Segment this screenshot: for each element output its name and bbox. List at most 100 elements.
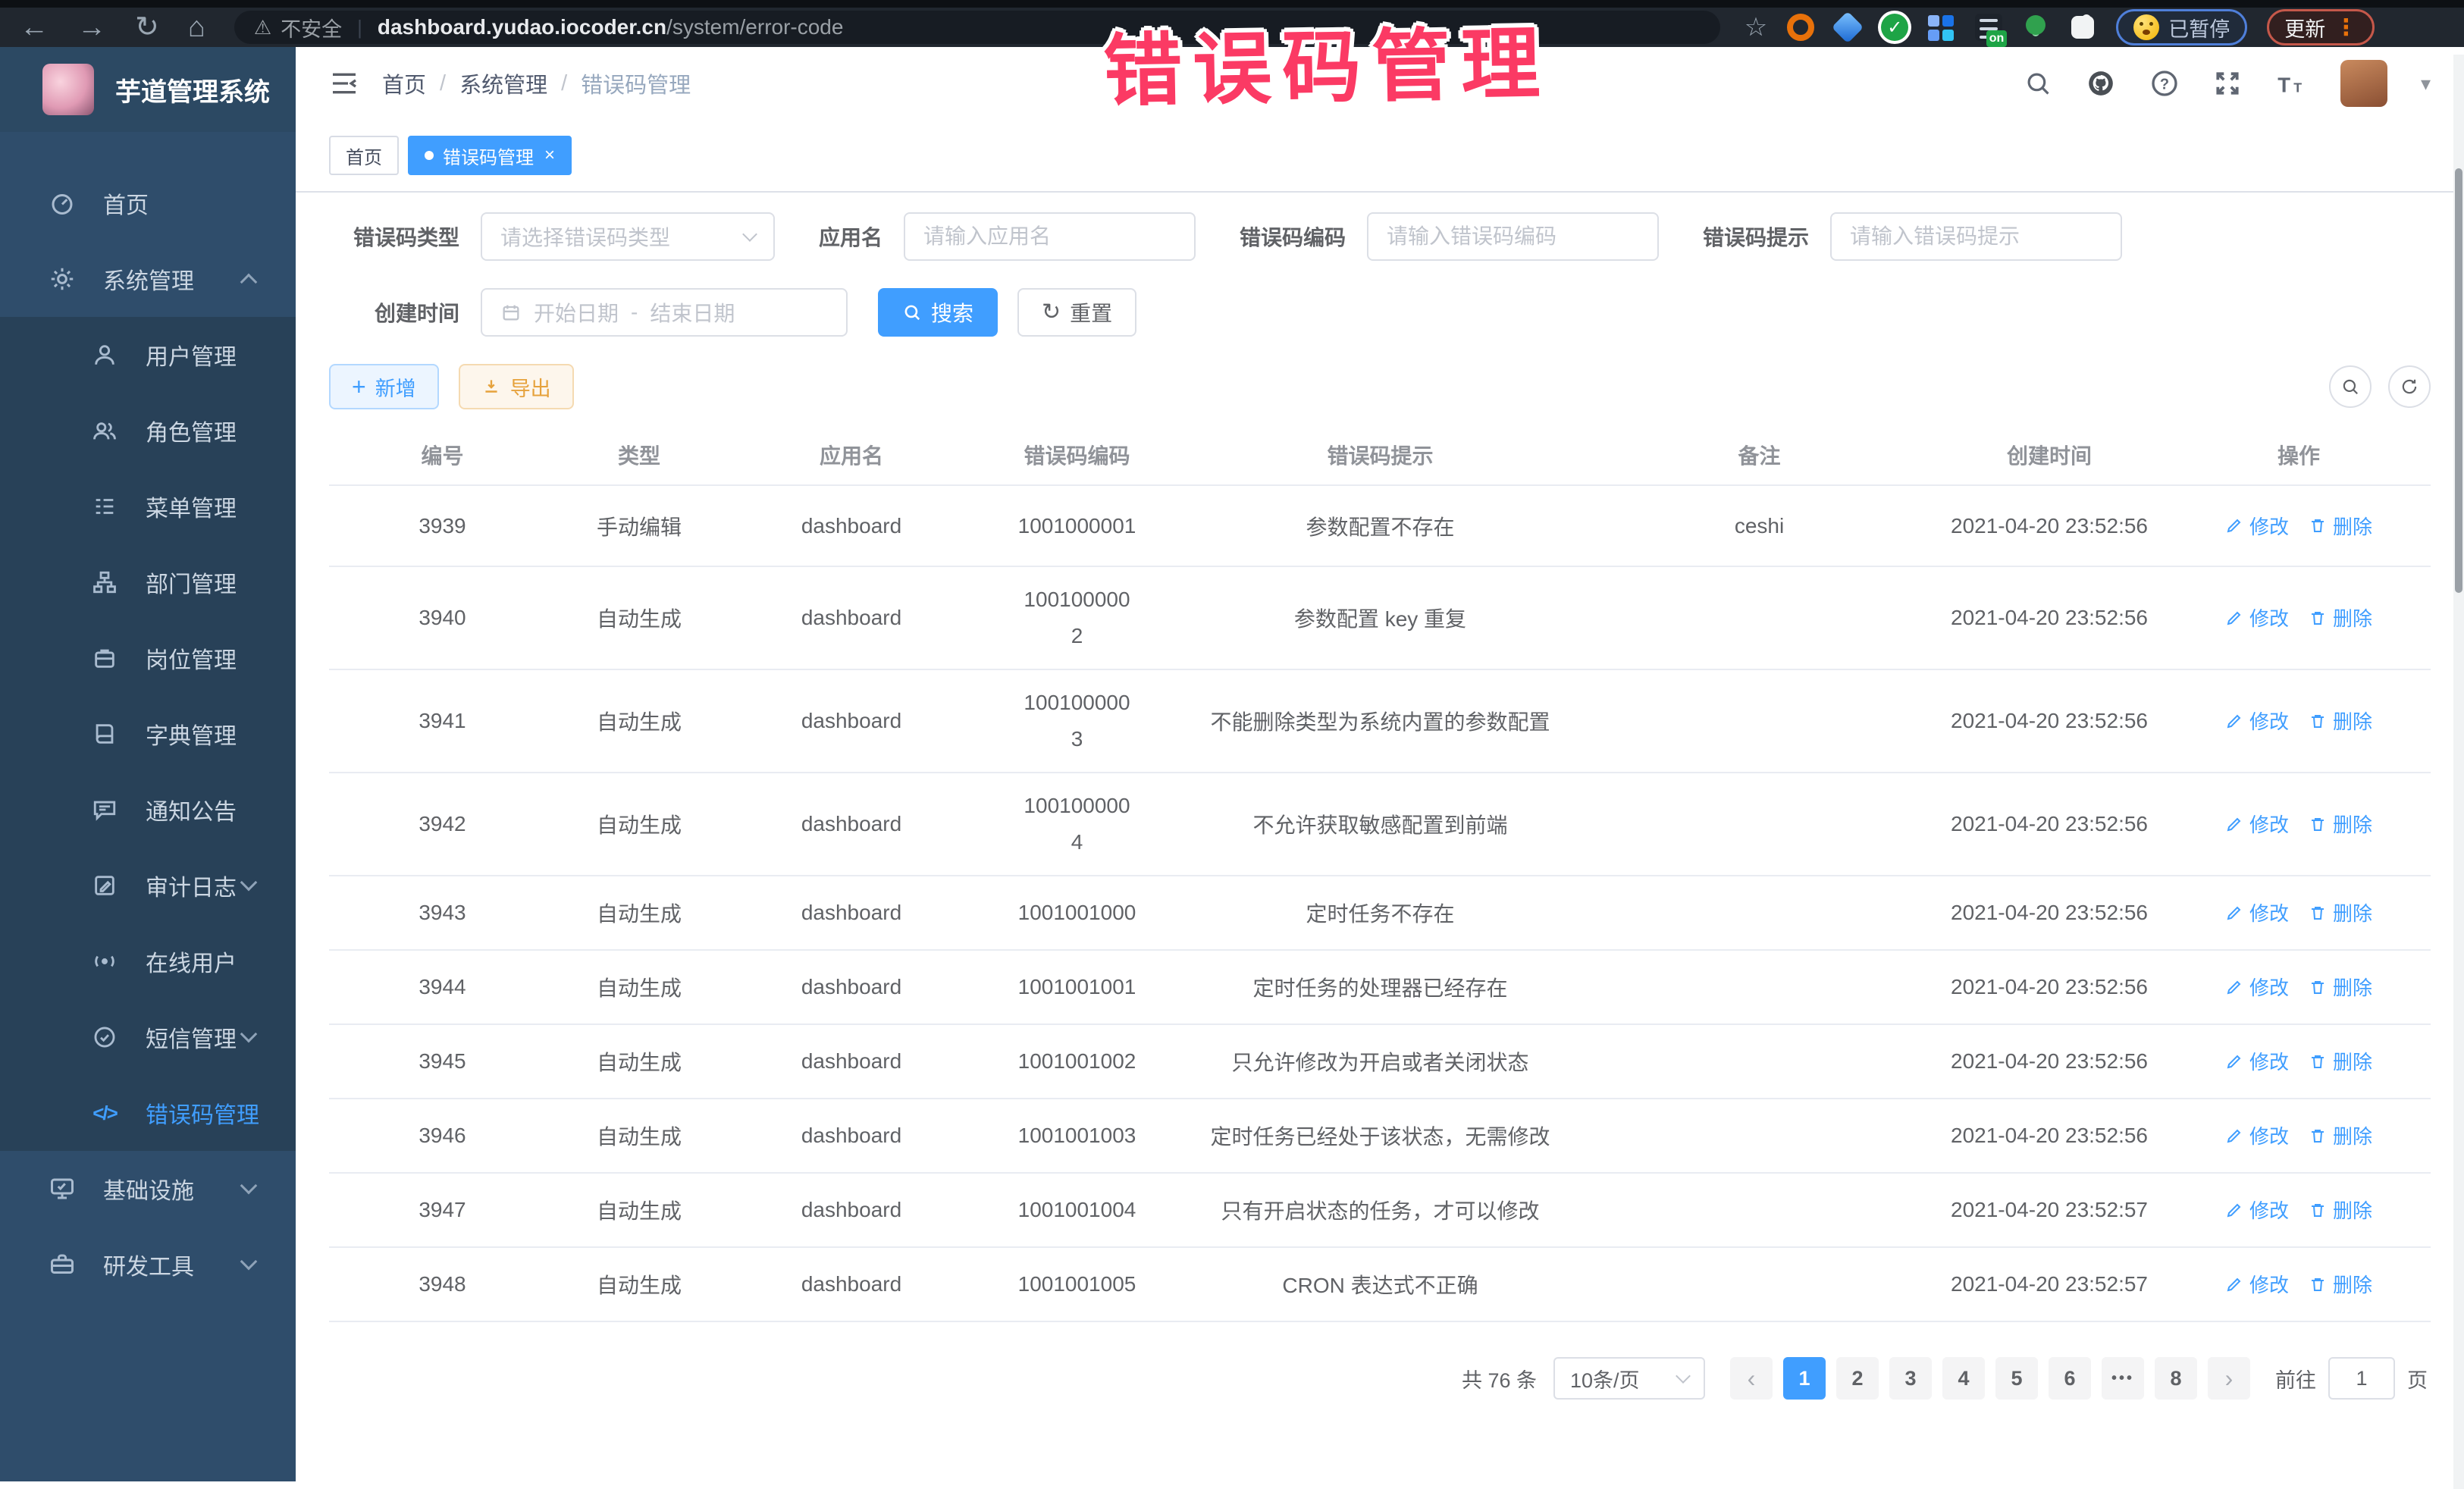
browser-menu-icon[interactable]: ⋮ [2334, 14, 2357, 41]
table-row[interactable]: 3941 自动生成 dashboard 100100000 3 不能删除类型为系… [329, 669, 2431, 773]
show-search-icon[interactable] [2329, 365, 2372, 408]
page-scrollbar[interactable] [2453, 55, 2464, 1489]
more-pages-button[interactable]: ••• [2102, 1357, 2144, 1400]
edit-link[interactable]: 修改 [2225, 898, 2289, 926]
edit-link[interactable]: 修改 [2225, 1047, 2289, 1075]
table-row[interactable]: 3947 自动生成 dashboard 1001001004 只有开启状态的任务… [329, 1173, 2431, 1247]
tab-home[interactable]: 首页 [329, 136, 399, 175]
security-label[interactable]: 不安全 [281, 13, 342, 42]
error-type-select[interactable]: 请选择错误码类型 [481, 212, 775, 261]
close-icon[interactable]: × [544, 145, 555, 166]
sidebar-item-home[interactable]: 首页 [0, 165, 296, 241]
browser-home-icon[interactable]: ⌂ [188, 13, 205, 42]
address-bar[interactable]: ⚠ 不安全 | dashboard.yudao.iocoder.cn /syst… [234, 11, 1720, 44]
extension-icon-ring[interactable] [1787, 14, 1814, 41]
table-row[interactable]: 3943 自动生成 dashboard 1001001000 定时任务不存在 2… [329, 876, 2431, 950]
app-name-input[interactable] [904, 212, 1196, 261]
delete-link[interactable]: 删除 [2309, 1196, 2372, 1224]
extension-icon-check[interactable]: ✓ [1881, 14, 1908, 41]
sidebar-item-menus[interactable]: 菜单管理 [0, 469, 296, 544]
scrollbar-thumb[interactable] [2455, 168, 2462, 593]
avatar-caret-down-icon[interactable]: ▾ [2421, 72, 2431, 96]
help-icon[interactable]: ? [2149, 68, 2180, 99]
page-button-6[interactable]: 6 [2049, 1357, 2091, 1400]
sidebar-item-notices[interactable]: 通知公告 [0, 772, 296, 848]
sidebar-item-infra[interactable]: 基础设施 [0, 1151, 296, 1227]
tab-error-code[interactable]: 错误码管理 × [408, 136, 572, 175]
sidebar-item-system[interactable]: 系统管理 [0, 241, 296, 317]
sidebar-item-roles[interactable]: 角色管理 [0, 393, 296, 469]
prev-page-button[interactable]: ‹ [1730, 1357, 1773, 1400]
page-button-3[interactable]: 3 [1889, 1357, 1932, 1400]
page-button-5[interactable]: 5 [1995, 1357, 2038, 1400]
github-icon[interactable] [2086, 68, 2116, 99]
reset-button[interactable]: ↻ 重置 [1017, 288, 1136, 337]
goto-page-input[interactable] [2328, 1357, 2395, 1400]
sidebar-item-audit-log[interactable]: 审计日志 [0, 848, 296, 923]
browser-reload-icon[interactable]: ↻ [135, 13, 159, 42]
extension-icon-grid[interactable] [1928, 14, 1955, 41]
bookmark-star-icon[interactable]: ☆ [1745, 12, 1767, 42]
sidebar-item-dict[interactable]: 字典管理 [0, 696, 296, 772]
sidebar-item-error-code[interactable]: </> 错误码管理 [0, 1075, 296, 1151]
browser-forward-icon[interactable]: → [77, 13, 106, 42]
edit-link[interactable]: 修改 [2225, 973, 2289, 1001]
breadcrumb-system[interactable]: 系统管理 [459, 67, 547, 99]
page-size-select[interactable]: 10条/页 [1553, 1357, 1705, 1400]
delete-link[interactable]: 删除 [2309, 810, 2372, 838]
delete-link[interactable]: 删除 [2309, 1047, 2372, 1075]
sidebar-item-departments[interactable]: 部门管理 [0, 544, 296, 620]
delete-link[interactable]: 删除 [2309, 1121, 2372, 1149]
sidebar-item-users[interactable]: 用户管理 [0, 317, 296, 393]
search-button[interactable]: 搜索 [878, 288, 998, 337]
page-button-8[interactable]: 8 [2155, 1357, 2197, 1400]
user-avatar[interactable] [2340, 60, 2387, 107]
sidebar-item-posts[interactable]: 岗位管理 [0, 620, 296, 696]
delete-link[interactable]: 删除 [2309, 707, 2372, 735]
page-button-1[interactable]: 1 [1783, 1357, 1826, 1400]
add-button[interactable]: + 新增 [329, 364, 439, 409]
date-range-picker[interactable]: 开始日期 - 结束日期 [481, 288, 848, 337]
table-row[interactable]: 3944 自动生成 dashboard 1001001001 定时任务的处理器已… [329, 950, 2431, 1024]
table-row[interactable]: 3945 自动生成 dashboard 1001001002 只允许修改为开启或… [329, 1024, 2431, 1099]
search-icon[interactable] [2024, 69, 2052, 98]
edit-link[interactable]: 修改 [2225, 810, 2289, 838]
export-button[interactable]: 导出 [459, 364, 574, 409]
table-row[interactable]: 3940 自动生成 dashboard 100100000 2 参数配置 key… [329, 566, 2431, 669]
breadcrumb-home[interactable]: 首页 [382, 67, 426, 99]
delete-link[interactable]: 删除 [2309, 973, 2372, 1001]
table-row[interactable]: 3939 手动编辑 dashboard 1001000001 参数配置不存在 c… [329, 485, 2431, 566]
sidebar-item-sms[interactable]: 短信管理 [0, 999, 296, 1075]
sidebar-item-dev-tools[interactable]: 研发工具 [0, 1227, 296, 1302]
edit-link[interactable]: 修改 [2225, 1196, 2289, 1224]
sidebar-fold-icon[interactable] [329, 68, 359, 99]
error-code-input[interactable] [1367, 212, 1659, 261]
extension-icon-gem[interactable] [1834, 14, 1861, 41]
page-button-2[interactable]: 2 [1836, 1357, 1879, 1400]
font-size-icon[interactable]: TT [2275, 68, 2307, 99]
extension-icon-pin[interactable] [2022, 14, 2049, 41]
fullscreen-icon[interactable] [2213, 69, 2242, 98]
next-page-button[interactable]: › [2208, 1357, 2250, 1400]
edit-link[interactable]: 修改 [2225, 1121, 2289, 1149]
sidebar-logo-row[interactable]: 芋道管理系统 [0, 47, 296, 132]
edit-link[interactable]: 修改 [2225, 512, 2289, 540]
edit-link[interactable]: 修改 [2225, 1270, 2289, 1298]
profile-paused-badge[interactable]: 已暂停 [2116, 9, 2247, 45]
delete-link[interactable]: 删除 [2309, 898, 2372, 926]
sidebar-item-online-users[interactable]: 在线用户 [0, 923, 296, 999]
page-button-4[interactable]: 4 [1942, 1357, 1985, 1400]
extensions-puzzle-icon[interactable] [2071, 16, 2094, 39]
edit-link[interactable]: 修改 [2225, 603, 2289, 632]
error-msg-input[interactable] [1830, 212, 2122, 261]
refresh-table-icon[interactable] [2388, 365, 2431, 408]
delete-link[interactable]: 删除 [2309, 1270, 2372, 1298]
browser-update-button[interactable]: 更新 ⋮ [2267, 9, 2375, 45]
edit-link[interactable]: 修改 [2225, 707, 2289, 735]
delete-link[interactable]: 删除 [2309, 603, 2372, 632]
delete-link[interactable]: 删除 [2309, 512, 2372, 540]
table-row[interactable]: 3948 自动生成 dashboard 1001001005 CRON 表达式不… [329, 1247, 2431, 1321]
extension-icon-list[interactable]: on [1975, 14, 2002, 41]
browser-back-icon[interactable]: ← [20, 13, 49, 42]
table-row[interactable]: 3942 自动生成 dashboard 100100000 4 不允许获取敏感配… [329, 773, 2431, 876]
